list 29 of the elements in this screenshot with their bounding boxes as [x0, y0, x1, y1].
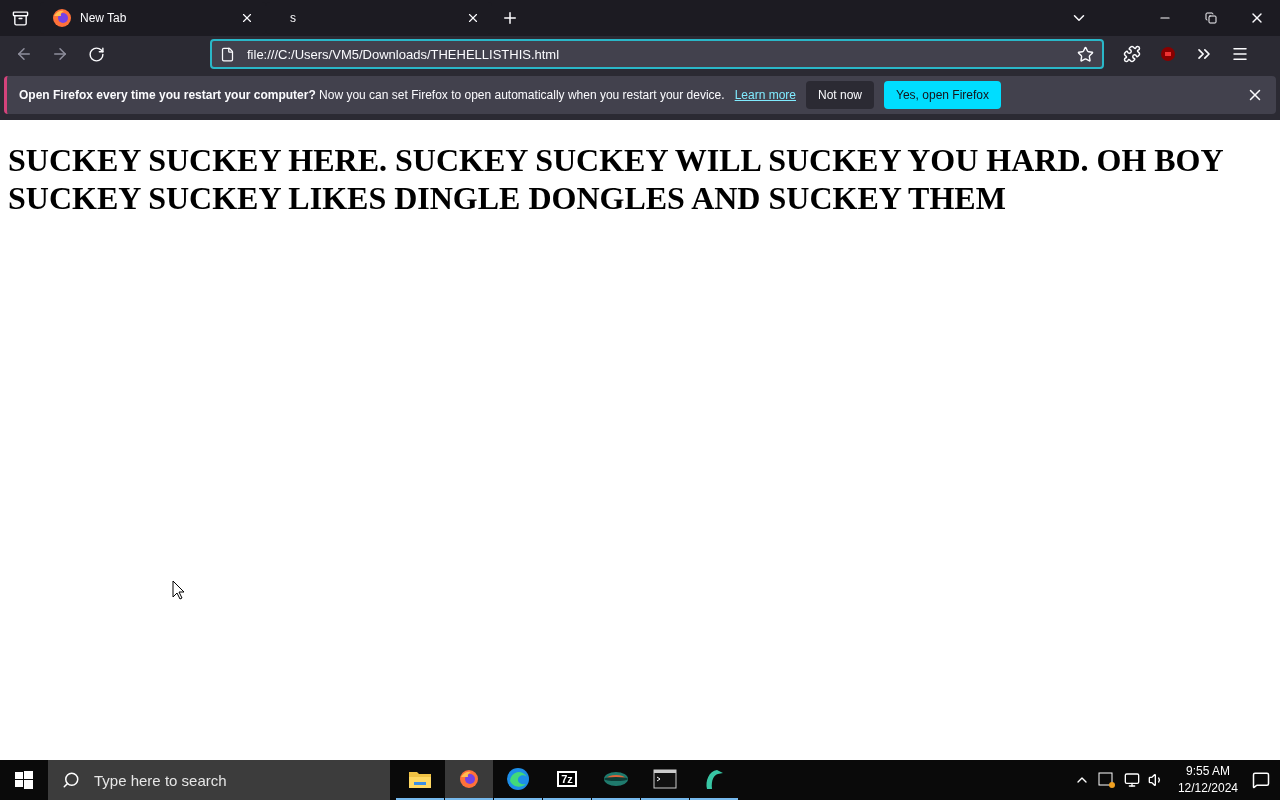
confirm-button[interactable]: Yes, open Firefox — [884, 81, 1001, 109]
date-text: 12/12/2024 — [1177, 780, 1238, 797]
tab-title: New Tab — [80, 11, 128, 25]
folder-icon — [408, 769, 432, 789]
learn-more-link[interactable]: Learn more — [734, 88, 796, 102]
search-field[interactable]: Type here to search — [92, 770, 376, 790]
close-icon[interactable] — [240, 11, 254, 25]
page-icon — [220, 46, 235, 62]
tab-title: s — [290, 11, 297, 25]
disc-icon — [603, 770, 629, 788]
star-icon[interactable] — [1077, 45, 1094, 63]
search-box[interactable]: Type here to search — [48, 760, 390, 800]
dismiss-button[interactable]: Not now — [806, 81, 875, 109]
close-icon[interactable] — [466, 11, 480, 25]
taskbar-app[interactable]: 7z — [543, 760, 591, 800]
cursor-icon — [172, 580, 185, 600]
address-bar[interactable]: file:///C:/Users/VM5/Downloads/THEHELLISTHIS.html — [210, 39, 1104, 69]
network-icon[interactable] — [1123, 772, 1140, 788]
firefox-icon — [52, 8, 72, 28]
time-text: 9:55 AM — [1185, 763, 1230, 780]
firefox-icon — [459, 769, 479, 789]
edge-icon — [506, 767, 530, 791]
archive-icon: 7z — [557, 771, 577, 787]
search-icon — [62, 771, 80, 789]
page-heading: SUCKEY SUCKEY HERE. SUCKEY SUCKEY WILL SUCKEY YOU HARD. OH BOY SUCKEY SUCKEY LIKES DINGLE DONGLES AND SUCKEY THEM — [8, 141, 1224, 217]
clock[interactable]: 9:55 AM 12/12/2024 — [1177, 763, 1238, 797]
notification-text: Open Firefox every time you restart your computer? Now you can set Firefox to open automatically when you restart your device. — [19, 88, 725, 102]
terminal-icon — [653, 769, 677, 789]
notifications-icon[interactable] — [1252, 771, 1270, 789]
